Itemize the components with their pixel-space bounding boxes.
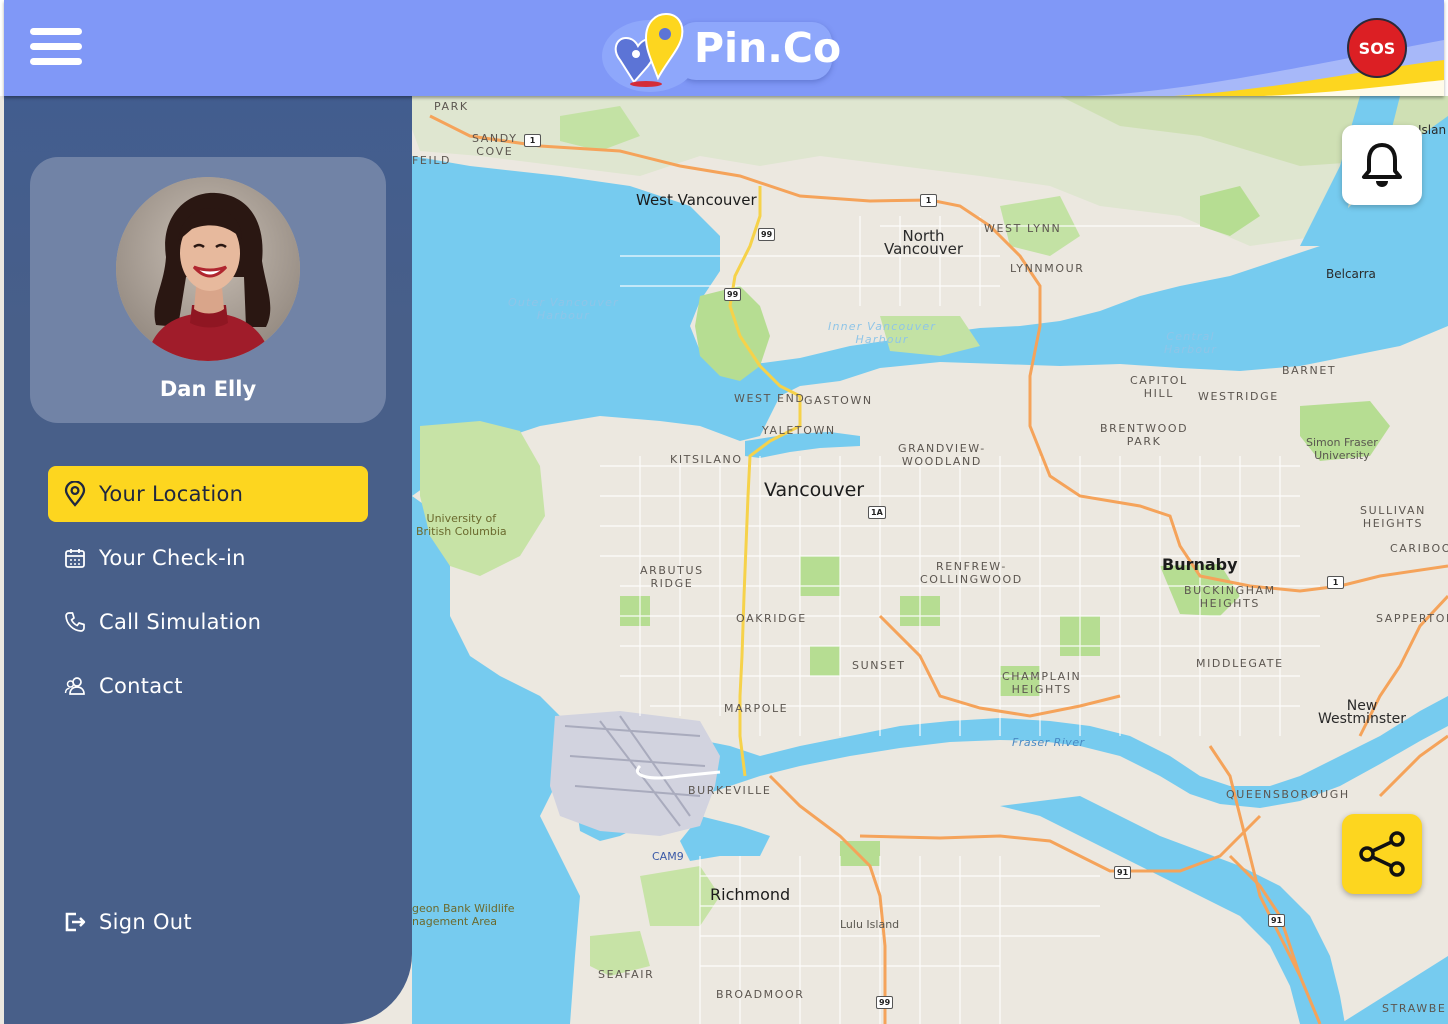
- app-header: Pin.Co SOS: [4, 0, 1444, 96]
- nav-item-contact[interactable]: Contact: [48, 658, 368, 714]
- label-sapperton: SAPPERTON: [1376, 612, 1448, 625]
- logo-pin-heart-icon: [602, 12, 698, 92]
- label-reifel: geon Bank Wildlife nagement Area: [412, 902, 515, 928]
- hamburger-menu-icon[interactable]: [28, 26, 84, 68]
- label-feild: FEILD: [412, 154, 452, 167]
- map-pin-icon: [62, 481, 88, 507]
- profile-card: Dan Elly: [30, 157, 386, 423]
- label-central-harbour: Central Harbour: [1164, 330, 1218, 356]
- nav-item-label: Your Check-in: [99, 546, 246, 570]
- phone-icon: [62, 609, 88, 635]
- nav-item-your-check-in[interactable]: Your Check-in: [48, 530, 368, 586]
- label-middlegate: MIDDLEGATE: [1196, 657, 1284, 670]
- label-outer-harbour: Outer Vancouver Harbour: [508, 296, 619, 322]
- label-capitol-hill: CAPITOL HILL: [1130, 374, 1188, 400]
- label-grandview: GRANDVIEW- WOODLAND: [898, 442, 986, 468]
- label-richmond: Richmond: [710, 885, 791, 904]
- label-vancouver: Vancouver: [764, 479, 865, 501]
- sidebar: Dan Elly Your Location Your Check-in Cal…: [4, 96, 412, 1024]
- label-yaletown: YALETOWN: [762, 424, 836, 437]
- nav-item-label: Your Location: [99, 482, 244, 506]
- share-button[interactable]: [1342, 814, 1422, 894]
- label-island: Islan: [1418, 123, 1447, 137]
- label-queensborough: QUEENSBOROUGH: [1226, 788, 1350, 801]
- avatar[interactable]: [116, 177, 300, 361]
- label-arbutus: ARBUTUS RIDGE: [640, 564, 704, 590]
- label-marpole: MARPOLE: [724, 702, 789, 715]
- label-lulu-island: Lulu Island: [840, 918, 900, 931]
- label-sfu: Simon Fraser University: [1306, 436, 1378, 462]
- label-lynnmour: LYNNMOUR: [1010, 262, 1085, 275]
- share-icon: [1359, 831, 1405, 877]
- highway-shield: 99: [876, 996, 894, 1009]
- highway-shield: 91: [1268, 914, 1286, 927]
- label-westridge: WESTRIDGE: [1198, 390, 1279, 403]
- label-cariboo: CARIBOO: [1390, 542, 1448, 555]
- label-sunset: SUNSET: [852, 659, 906, 672]
- label-inner-harbour: Inner Vancouver Harbour: [828, 320, 937, 346]
- sign-out-icon: [62, 909, 88, 935]
- label-brentwood: BRENTWOOD PARK: [1100, 422, 1189, 448]
- label-renfrew: RENFREW- COLLINGWOOD: [920, 560, 1023, 586]
- label-broadmoor: BROADMOOR: [716, 988, 805, 1001]
- highway-shield: 1A: [868, 506, 886, 519]
- label-park: PARK: [434, 100, 469, 113]
- highway-shield: 99: [758, 228, 776, 241]
- label-west-vancouver: West Vancouver: [636, 191, 757, 209]
- label-barnet: BARNET: [1282, 364, 1337, 377]
- profile-name: Dan Elly: [159, 377, 257, 401]
- notifications-button[interactable]: [1342, 125, 1422, 205]
- nav-item-your-location[interactable]: Your Location: [48, 466, 368, 522]
- avatar-photo: [116, 177, 300, 361]
- contacts-icon: [62, 673, 88, 699]
- label-cam9: CAM9: [652, 850, 684, 863]
- label-belcarra: Belcarra: [1326, 267, 1376, 281]
- label-champlain: CHAMPLAIN HEIGHTS: [1002, 670, 1082, 696]
- label-ubc: University of British Columbia: [416, 512, 507, 538]
- bell-icon: [1362, 143, 1402, 187]
- sos-button[interactable]: SOS: [1347, 18, 1407, 78]
- highway-shield: 1: [524, 134, 541, 147]
- label-west-end: WEST END: [734, 392, 806, 405]
- label-fraser-river: Fraser River: [1012, 736, 1085, 749]
- label-sullivan: SULLIVAN HEIGHTS: [1360, 504, 1426, 530]
- calendar-icon: [62, 545, 88, 571]
- label-strawberry: STRAWBE: [1382, 1002, 1447, 1015]
- highway-shield: 91: [1114, 866, 1132, 879]
- label-buckingham: BUCKINGHAM HEIGHTS: [1184, 584, 1276, 610]
- sign-out-button[interactable]: Sign Out: [48, 894, 368, 950]
- sign-out-label: Sign Out: [99, 910, 192, 934]
- label-burnaby: Burnaby: [1162, 555, 1238, 574]
- label-oakridge: OAKRIDGE: [736, 612, 807, 625]
- highway-shield: 1: [920, 194, 937, 207]
- label-burkeville: BURKEVILLE: [688, 784, 772, 797]
- label-north-vancouver: North Vancouver: [884, 227, 963, 258]
- highway-shield: 1: [1327, 576, 1344, 589]
- label-gastown: GASTOWN: [804, 394, 873, 407]
- label-seafair: SEAFAIR: [598, 968, 655, 981]
- app-logo: Pin.Co: [598, 4, 842, 92]
- label-new-westminster: New Westminster: [1318, 698, 1406, 727]
- nav-item-call-simulation[interactable]: Call Simulation: [48, 594, 368, 650]
- app-title: Pin.Co: [694, 24, 842, 72]
- highway-shield: 99: [724, 288, 742, 301]
- label-sandy-cove: SANDY COVE: [472, 132, 518, 158]
- label-west-lynn: WEST LYNN: [984, 222, 1062, 235]
- nav-item-label: Contact: [99, 674, 183, 698]
- label-kitsilano: KITSILANO: [670, 453, 743, 466]
- nav-item-label: Call Simulation: [99, 610, 262, 634]
